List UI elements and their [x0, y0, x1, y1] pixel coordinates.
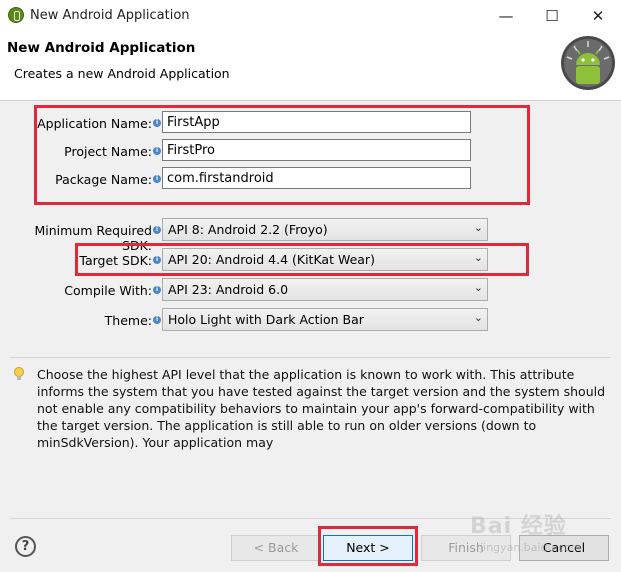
application-name-label: Application Name:: [37, 116, 152, 131]
compile-with-select[interactable]: API 23: Android 6.0 ⌄: [162, 278, 488, 301]
back-button[interactable]: < Back: [231, 535, 321, 561]
close-button[interactable]: ✕: [575, 0, 621, 32]
target-sdk-select[interactable]: API 20: Android 4.4 (KitKat Wear) ⌄: [162, 248, 488, 271]
next-button[interactable]: Next >: [323, 535, 413, 561]
hint-text: Choose the highest API level that the ap…: [37, 367, 606, 450]
android-logo-icon: [561, 36, 615, 90]
target-sdk-value: API 20: Android 4.4 (KitKat Wear): [168, 252, 375, 267]
chevron-down-icon: ⌄: [473, 311, 483, 324]
project-name-input[interactable]: [162, 139, 471, 161]
help-button[interactable]: ?: [15, 536, 36, 557]
package-name-label: Package Name:: [55, 172, 152, 187]
info-icon: i: [153, 226, 161, 234]
separator: [10, 357, 611, 358]
wizard-header: New Android Application Creates a new An…: [0, 32, 621, 101]
theme-select[interactable]: Holo Light with Dark Action Bar ⌄: [162, 308, 488, 331]
info-icon: i: [153, 286, 161, 294]
maximize-button[interactable]: ☐: [529, 0, 575, 32]
window-titlebar: New Android Application — ☐ ✕: [0, 0, 621, 32]
info-icon: i: [153, 147, 161, 155]
info-icon: i: [153, 175, 161, 183]
min-sdk-value: API 8: Android 2.2 (Froyo): [168, 222, 328, 237]
chevron-down-icon: ⌄: [473, 221, 483, 234]
package-name-input[interactable]: [162, 167, 471, 189]
project-name-label: Project Name:: [64, 144, 152, 159]
application-name-input[interactable]: [162, 111, 471, 133]
info-icon: i: [153, 316, 161, 324]
window-title: New Android Application: [30, 8, 190, 23]
theme-value: Holo Light with Dark Action Bar: [168, 312, 364, 327]
chevron-down-icon: ⌄: [473, 251, 483, 264]
chevron-down-icon: ⌄: [473, 281, 483, 294]
watermark-url: jingyan.baidu.com: [480, 541, 582, 554]
compile-with-value: API 23: Android 6.0: [168, 282, 289, 297]
target-sdk-label: Target SDK:: [79, 253, 152, 268]
wizard-subtitle: Creates a new Android Application: [14, 66, 230, 81]
theme-label: Theme:: [104, 313, 152, 328]
watermark: Bai 经验: [470, 514, 567, 539]
lightbulb-icon: [14, 367, 24, 380]
info-icon: i: [153, 119, 161, 127]
min-sdk-label: Minimum Required SDK:: [34, 223, 152, 253]
min-sdk-select[interactable]: API 8: Android 2.2 (Froyo) ⌄: [162, 218, 488, 241]
info-icon: i: [153, 256, 161, 264]
wizard-title: New Android Application: [7, 40, 196, 56]
eclipse-app-icon: [8, 7, 24, 23]
compile-with-label: Compile With:: [64, 283, 152, 298]
minimize-button[interactable]: —: [483, 0, 529, 32]
